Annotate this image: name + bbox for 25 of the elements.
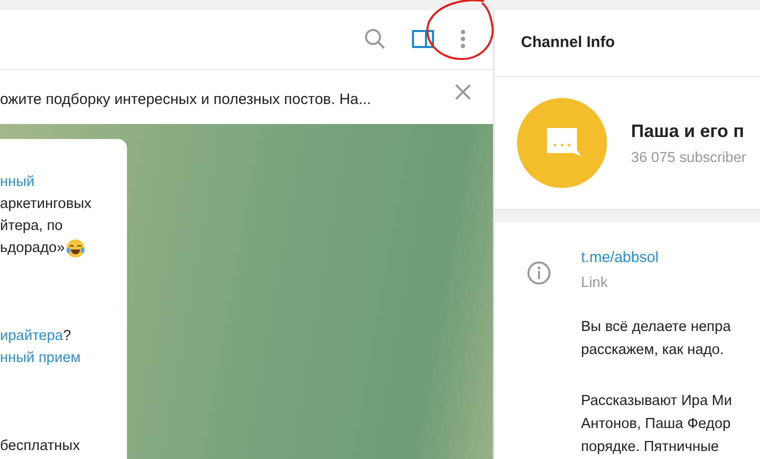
message-text: ьдорадо» [0,239,65,258]
panel-title: Channel Info [521,34,615,52]
description-text: порядке. Пятничные [581,438,720,457]
description-text: Вы всё делаете непра [581,318,732,337]
message-link[interactable]: нный [0,171,35,193]
description-text: Рассказывают Ира Ми [581,392,732,411]
close-icon[interactable] [455,84,471,100]
info-icon [527,261,551,285]
message-link[interactable]: нный прием [0,347,81,369]
description-text: Антонов, Паша Федор [581,415,732,434]
menu-icon[interactable] [460,29,466,50]
link-label: Link [581,274,609,293]
description-text: расскажем, как надо. [581,341,725,360]
message-text: аркетинговых [0,195,92,214]
message-text: ? [63,327,72,346]
message-text: йтера, по [0,217,63,236]
channel-name: Паша и его п [631,120,746,142]
columns-icon[interactable] [412,30,434,48]
message-link[interactable]: ирайтера [0,325,63,347]
channel-link[interactable]: t.me/abbsol [581,248,732,268]
pinned-message-text[interactable]: ожите подборку интересных и полезных постов. На... [0,91,372,108]
search-icon[interactable] [364,28,386,50]
subscriber-count: 36 075 subscriber [631,150,746,166]
laughing-emoji-icon [66,238,85,258]
message-text: бесплатных [0,437,80,456]
